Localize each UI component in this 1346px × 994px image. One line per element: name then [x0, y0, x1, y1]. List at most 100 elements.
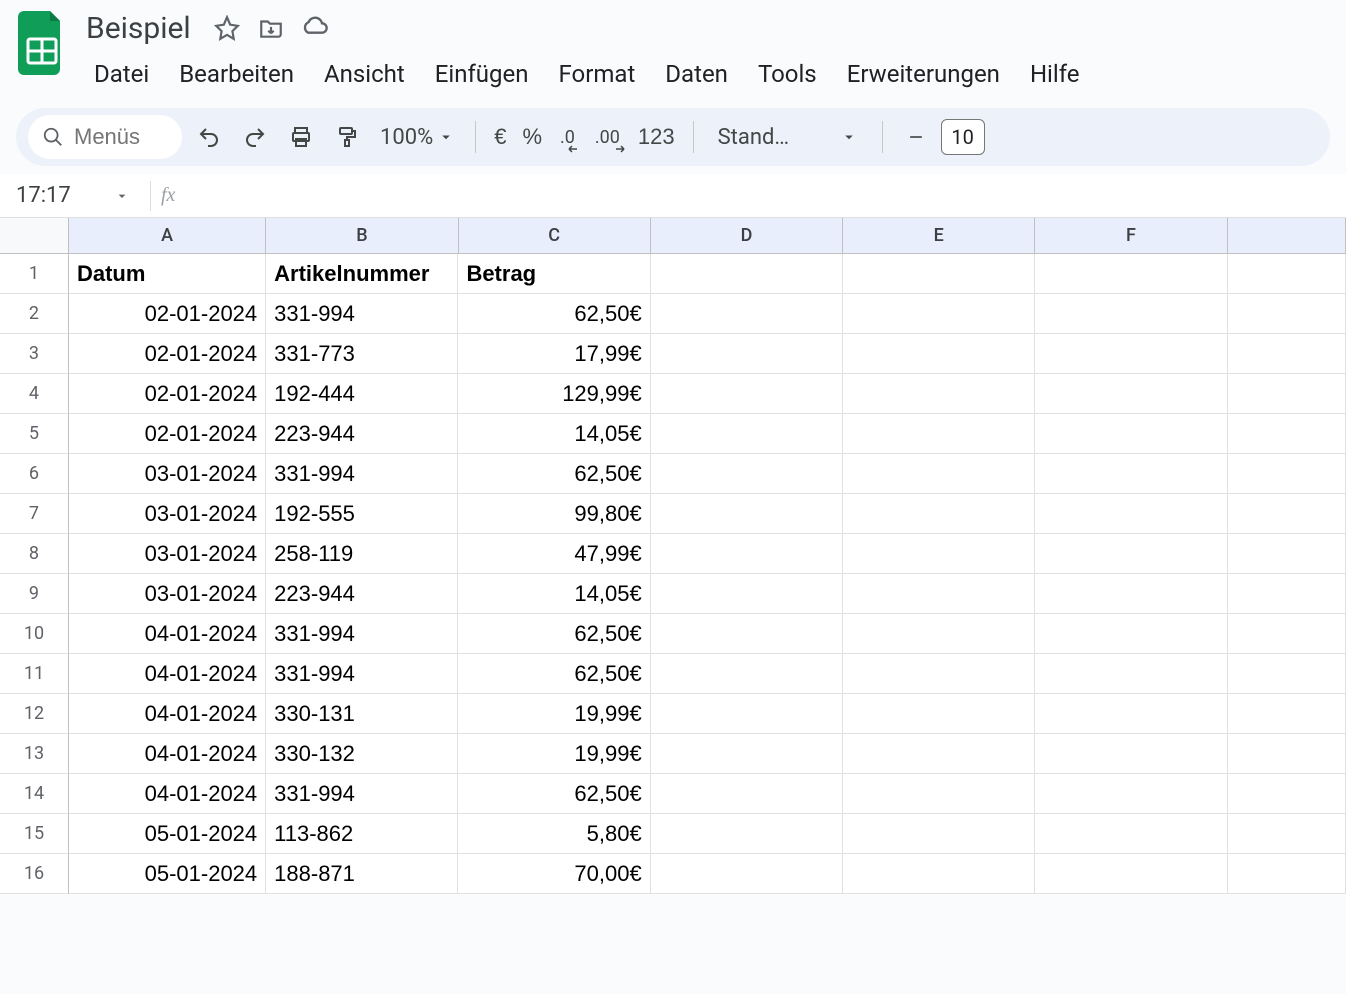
menu-tools[interactable]: Tools — [744, 54, 831, 94]
cell[interactable]: 258-119 — [266, 534, 458, 574]
cell[interactable] — [1035, 334, 1227, 374]
column-header-E[interactable]: E — [843, 218, 1035, 254]
row-header[interactable]: 16 — [0, 854, 69, 894]
cell[interactable] — [843, 734, 1035, 774]
column-header-F[interactable]: F — [1035, 218, 1227, 254]
cell[interactable] — [1228, 414, 1346, 454]
cell[interactable] — [651, 734, 843, 774]
cell[interactable]: 19,99€ — [458, 694, 650, 734]
cell[interactable] — [1228, 654, 1346, 694]
column-header-D[interactable]: D — [651, 218, 843, 254]
cell[interactable]: 04-01-2024 — [69, 734, 266, 774]
cell[interactable]: 47,99€ — [458, 534, 650, 574]
cell[interactable]: 14,05€ — [458, 574, 650, 614]
row-header[interactable]: 2 — [0, 294, 69, 334]
cell[interactable] — [651, 534, 843, 574]
sheets-logo[interactable] — [16, 8, 68, 78]
cell[interactable] — [1228, 334, 1346, 374]
column-header-A[interactable]: A — [69, 218, 266, 254]
increase-decimal-button[interactable]: .00 — [589, 118, 626, 156]
cell[interactable] — [1228, 734, 1346, 774]
cell[interactable]: 330-131 — [266, 694, 458, 734]
font-dropdown[interactable]: Stand… — [708, 125, 868, 150]
cell[interactable]: 03-01-2024 — [69, 574, 266, 614]
cell[interactable] — [651, 414, 843, 454]
cell[interactable] — [843, 334, 1035, 374]
cell[interactable]: Datum — [69, 254, 266, 294]
cell[interactable]: 62,50€ — [458, 774, 650, 814]
cell[interactable]: 113-862 — [266, 814, 458, 854]
cell[interactable] — [1035, 654, 1227, 694]
cloud-status-icon[interactable] — [301, 14, 329, 42]
menu-view[interactable]: Ansicht — [310, 54, 419, 94]
menu-search-input[interactable] — [74, 124, 164, 150]
row-header[interactable]: 12 — [0, 694, 69, 734]
formula-bar[interactable] — [185, 174, 1346, 217]
cell[interactable]: 223-944 — [266, 414, 458, 454]
cell[interactable]: Betrag — [458, 254, 650, 294]
cell[interactable] — [651, 454, 843, 494]
cell[interactable] — [843, 854, 1035, 894]
cell[interactable] — [1035, 854, 1227, 894]
cell[interactable] — [1035, 614, 1227, 654]
cell[interactable]: 04-01-2024 — [69, 654, 266, 694]
cell[interactable]: 05-01-2024 — [69, 854, 266, 894]
cell[interactable]: 04-01-2024 — [69, 774, 266, 814]
document-title[interactable]: Beispiel — [80, 9, 197, 48]
menu-edit[interactable]: Bearbeiten — [165, 54, 308, 94]
redo-button[interactable] — [236, 118, 274, 156]
cell[interactable] — [1228, 254, 1346, 294]
cell[interactable]: 03-01-2024 — [69, 454, 266, 494]
fontsize-input[interactable]: 10 — [941, 119, 985, 155]
cell[interactable] — [843, 534, 1035, 574]
cell[interactable]: 04-01-2024 — [69, 694, 266, 734]
cell[interactable]: 02-01-2024 — [69, 334, 266, 374]
cell[interactable]: 5,80€ — [458, 814, 650, 854]
cell[interactable] — [1035, 814, 1227, 854]
cell[interactable] — [843, 774, 1035, 814]
cell[interactable] — [651, 774, 843, 814]
row-header[interactable]: 4 — [0, 374, 69, 414]
cell[interactable]: 331-994 — [266, 294, 458, 334]
paint-format-button[interactable] — [328, 118, 366, 156]
row-header[interactable]: 1 — [0, 254, 69, 294]
cell[interactable] — [1035, 694, 1227, 734]
cell[interactable] — [651, 854, 843, 894]
cell[interactable]: 04-01-2024 — [69, 614, 266, 654]
star-icon[interactable] — [213, 14, 241, 42]
cell[interactable] — [843, 614, 1035, 654]
cell[interactable] — [843, 654, 1035, 694]
cell[interactable] — [1228, 454, 1346, 494]
cell[interactable]: 62,50€ — [458, 654, 650, 694]
row-header[interactable]: 5 — [0, 414, 69, 454]
cell[interactable]: 331-994 — [266, 454, 458, 494]
cell[interactable]: 331-994 — [266, 774, 458, 814]
cell[interactable] — [1035, 414, 1227, 454]
cell[interactable] — [843, 574, 1035, 614]
cell[interactable]: 223-944 — [266, 574, 458, 614]
cell[interactable]: 17,99€ — [458, 334, 650, 374]
column-header-C[interactable]: C — [459, 218, 651, 254]
cell[interactable] — [1228, 494, 1346, 534]
cell[interactable]: Artikelnummer — [266, 254, 458, 294]
cell[interactable] — [651, 294, 843, 334]
cell[interactable]: 02-01-2024 — [69, 414, 266, 454]
cell[interactable]: 14,05€ — [458, 414, 650, 454]
percent-format-button[interactable]: % — [518, 124, 546, 150]
menu-file[interactable]: Datei — [80, 54, 163, 94]
cell[interactable] — [1228, 694, 1346, 734]
cell[interactable]: 99,80€ — [458, 494, 650, 534]
cell[interactable] — [843, 454, 1035, 494]
cell[interactable] — [651, 374, 843, 414]
move-icon[interactable] — [257, 14, 285, 42]
cell[interactable]: 192-444 — [266, 374, 458, 414]
cell[interactable] — [1035, 774, 1227, 814]
row-header[interactable]: 9 — [0, 574, 69, 614]
cell[interactable] — [1035, 574, 1227, 614]
cell[interactable] — [1228, 574, 1346, 614]
row-header[interactable]: 14 — [0, 774, 69, 814]
cell[interactable] — [651, 694, 843, 734]
cell[interactable] — [1228, 374, 1346, 414]
more-formats-button[interactable]: 123 — [634, 124, 679, 150]
cell[interactable] — [651, 654, 843, 694]
